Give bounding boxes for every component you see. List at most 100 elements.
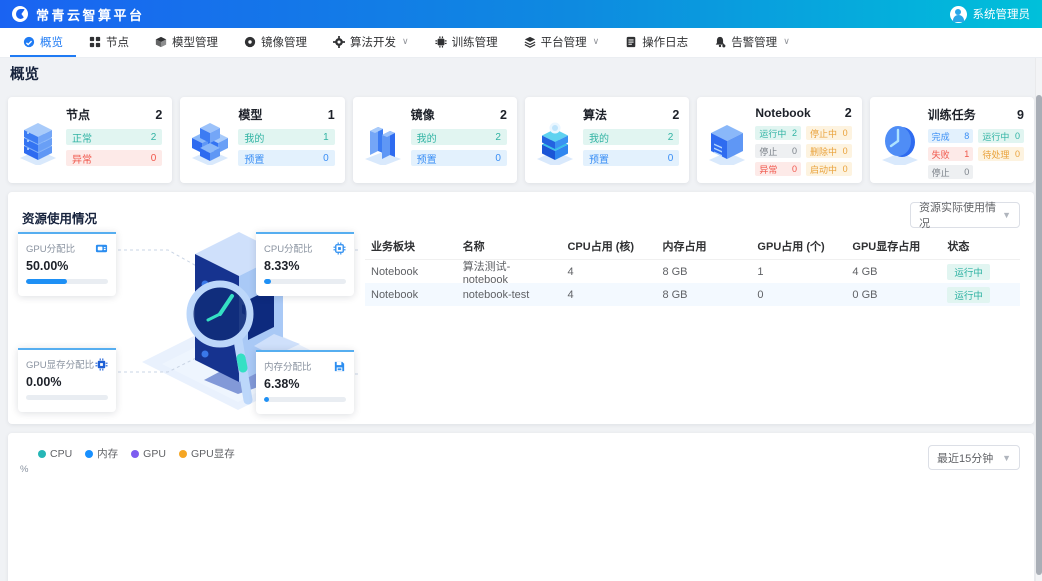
legend-item-memory[interactable]: 内存 <box>85 446 118 461</box>
nav-item-nodes[interactable]: 节点 <box>76 28 142 57</box>
stat-card-models: 模型1 我的1 预置0 <box>180 97 344 183</box>
resource-view-select[interactable]: 资源实际使用情况 ▼ <box>910 202 1020 228</box>
status-badge: 正常2 <box>66 129 162 145</box>
nav-item-alert-management[interactable]: 告警管理 ∨ <box>701 28 803 57</box>
status-badge: 我的2 <box>583 129 679 145</box>
stat-card-images: 镜像 2 我的2 预置0 <box>353 97 517 183</box>
nodes-icon <box>89 36 101 48</box>
cpu-chip-icon <box>333 242 346 255</box>
nav-item-overview[interactable]: 概览 <box>10 28 76 57</box>
nav-item-operation-logs[interactable]: 操作日志 <box>612 28 701 57</box>
status-badge: 异常0 <box>755 162 801 176</box>
resource-panel-title: 资源使用情况 <box>22 208 97 227</box>
layers-icon <box>524 36 536 48</box>
model-cubes-icon <box>187 119 233 165</box>
model-cube-icon <box>155 36 167 48</box>
bell-icon <box>714 36 726 48</box>
legend-dot <box>85 450 93 458</box>
gear-icon <box>333 36 345 48</box>
status-badge: 运行中2 <box>755 126 801 140</box>
status-badge: 停止0 <box>928 165 974 179</box>
top-header: 常青云智算平台 系统管理员 <box>0 0 1042 28</box>
scrollbar-thumb[interactable] <box>1036 95 1042 575</box>
main-nav: 概览 节点 模型管理 镜像管理 算法开发 ∨ 训练管理 平台管理 ∨ 操作日志 … <box>0 28 1042 58</box>
stat-card-training-tasks: 训练任务9 完成8 失败1 停止0 运行中0 待处理0 <box>870 97 1034 183</box>
chart-legend: CPU 内存 GPU GPU显存 <box>38 446 235 461</box>
legend-dot <box>38 450 46 458</box>
y-axis-unit: % <box>20 464 28 475</box>
chevron-down-icon: ∨ <box>593 36 600 47</box>
stat-card-nodes: 节点 2 正常2 异常0 <box>8 97 172 183</box>
status-badge: 停止中0 <box>806 126 852 140</box>
progress-bar <box>26 279 108 284</box>
status-badge: 失败1 <box>928 147 974 161</box>
gpu-card-icon <box>95 242 108 255</box>
stat-card-title: Notebook <box>755 106 810 120</box>
stat-card-count: 2 <box>672 108 679 122</box>
status-badge: 预置0 <box>583 150 679 166</box>
stat-card-count: 2 <box>500 108 507 122</box>
status-badge: 异常0 <box>66 150 162 166</box>
stat-cards-row: 节点 2 正常2 异常0 模型1 我的1 预置0 镜像 2 我的2 预置0 <box>8 97 1034 183</box>
overview-icon <box>23 36 35 48</box>
status-badge: 运行中 <box>947 287 990 303</box>
status-badge: 待处理0 <box>978 147 1024 161</box>
user-menu[interactable]: 系统管理员 <box>950 6 1031 23</box>
table-row[interactable]: Notebook notebook-test 4 8 GB 0 0 GB 运行中 <box>365 283 1020 306</box>
nav-item-algorithm-dev[interactable]: 算法开发 ∨ <box>320 28 422 57</box>
server-stack-icon <box>15 119 61 165</box>
nav-item-platform-management[interactable]: 平台管理 ∨ <box>511 28 613 57</box>
status-badge: 我的1 <box>238 129 334 145</box>
image-disc-icon <box>244 36 256 48</box>
progress-bar <box>264 397 346 402</box>
stat-card-title: 节点 <box>66 106 90 123</box>
stat-card-count: 9 <box>1017 108 1024 122</box>
notebook-cube-icon <box>704 119 750 165</box>
chevron-down-icon: ∨ <box>783 36 790 47</box>
usage-chart-area <box>20 479 1020 581</box>
gauge-gpu-allocation: GPU分配比 50.00% <box>18 232 116 296</box>
legend-dot <box>131 450 139 458</box>
stat-card-title: 算法 <box>583 106 607 123</box>
legend-dot <box>179 450 187 458</box>
status-badge: 我的2 <box>411 129 507 145</box>
gauge-gpu-memory-allocation: GPU显存分配比 0.00% <box>18 348 116 412</box>
document-icon <box>625 36 637 48</box>
table-row[interactable]: Notebook 算法测试-notebook 4 8 GB 1 4 GB 运行中 <box>365 260 1020 283</box>
legend-item-gpu[interactable]: GPU <box>131 448 166 460</box>
nav-item-model-management[interactable]: 模型管理 <box>142 28 231 57</box>
time-range-select[interactable]: 最近15分钟 ▼ <box>928 445 1020 470</box>
chip-icon <box>435 36 447 48</box>
stat-card-notebook: Notebook2 运行中2 停止0 异常0 停止中0 删除中0 启动中0 <box>697 97 861 183</box>
chevron-down-icon: ▼ <box>1002 210 1011 220</box>
status-badge: 完成8 <box>928 129 974 143</box>
status-badge: 预置0 <box>238 150 334 166</box>
stat-card-count: 2 <box>845 106 852 120</box>
image-slabs-icon <box>360 119 406 165</box>
progress-bar <box>26 395 108 400</box>
legend-item-cpu[interactable]: CPU <box>38 448 72 460</box>
app-logo-icon <box>12 6 28 22</box>
resource-monitor-panel: CPU 内存 GPU GPU显存 最近15分钟 ▼ % <box>8 433 1034 581</box>
gpu-memory-chip-icon <box>95 358 108 371</box>
app-title: 常青云智算平台 <box>36 5 145 24</box>
page-scrollbar <box>1035 58 1042 581</box>
table-header-row: 业务板块 名称 CPU占用 (核) 内存占用 GPU占用 (个) GPU显存占用… <box>365 232 1020 260</box>
stat-card-title: 镜像 <box>411 106 435 123</box>
status-badge: 停止0 <box>755 144 801 158</box>
status-badge: 运行中0 <box>978 129 1024 143</box>
resource-usage-panel: 资源使用情况 资源实际使用情况 ▼ GPU分配比 50.00% <box>8 192 1034 424</box>
chevron-down-icon: ▼ <box>1002 453 1011 463</box>
nav-item-training-management[interactable]: 训练管理 <box>422 28 511 57</box>
status-badge: 预置0 <box>411 150 507 166</box>
legend-item-gpu-memory[interactable]: GPU显存 <box>179 446 235 461</box>
resource-usage-table: 业务板块 名称 CPU占用 (核) 内存占用 GPU占用 (个) GPU显存占用… <box>365 232 1020 414</box>
page-title: 概览 <box>10 63 39 84</box>
algorithm-server-icon <box>532 119 578 165</box>
stat-card-count: 2 <box>155 108 162 122</box>
stat-card-algorithms: 算法 2 我的2 预置0 <box>525 97 689 183</box>
stat-card-title: 模型 <box>238 106 262 123</box>
nav-item-image-management[interactable]: 镜像管理 <box>231 28 320 57</box>
gauge-cpu-allocation: CPU分配比 8.33% <box>256 232 354 296</box>
training-clock-icon <box>877 119 923 165</box>
